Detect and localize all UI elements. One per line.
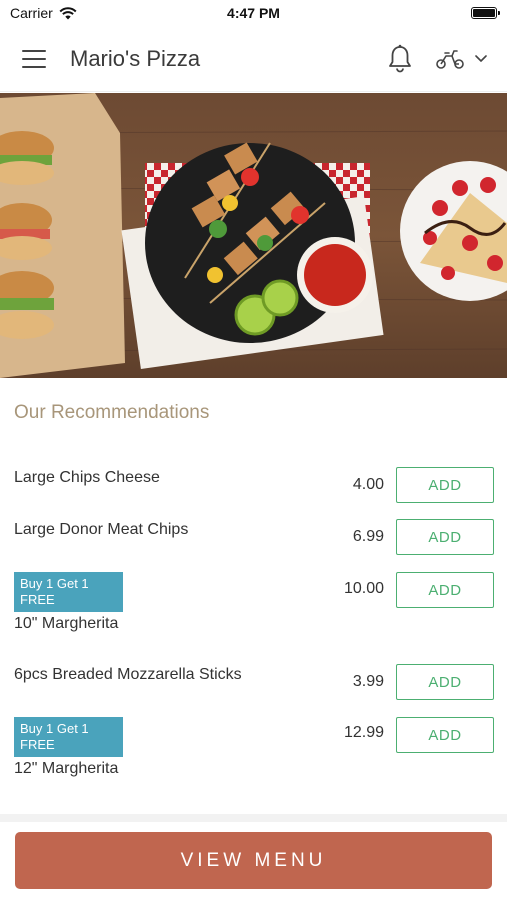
delivery-selector[interactable] xyxy=(435,48,487,70)
add-button[interactable]: ADD xyxy=(396,664,494,700)
bell-icon[interactable] xyxy=(387,44,413,74)
promo-badge-line1: Buy 1 Get 1 xyxy=(20,721,89,736)
hamburger-icon[interactable] xyxy=(20,48,48,70)
promo-badge-line2: FREE xyxy=(20,737,55,752)
item-price: 6.99 xyxy=(352,528,384,545)
list-item: Buy 1 Get 1 FREE 12" Margherita 12.99 AD… xyxy=(0,706,507,798)
list-item: Large Chips Cheese 4.00 ADD xyxy=(0,458,507,510)
page-title: Mario's Pizza xyxy=(70,45,201,71)
status-bar: Carrier 4:47 PM xyxy=(0,0,507,26)
hero-image xyxy=(0,93,507,378)
item-name: 12" Margherita xyxy=(14,760,119,777)
add-button[interactable]: ADD xyxy=(396,467,494,503)
app-header: Mario's Pizza xyxy=(0,26,507,92)
add-button[interactable]: ADD xyxy=(396,717,494,753)
item-price: 12.99 xyxy=(343,724,384,741)
status-left: Carrier xyxy=(10,5,77,21)
list-item: Buy 1 Get 1 FREE 10" Margherita 10.00 AD… xyxy=(0,562,507,654)
item-name: 10" Margherita xyxy=(14,615,119,632)
item-price: 4.00 xyxy=(352,476,384,493)
view-menu-button[interactable]: VIEW MENU xyxy=(15,832,492,889)
item-name: Large Donor Meat Chips xyxy=(14,521,189,538)
promo-badge-line1: Buy 1 Get 1 xyxy=(20,576,89,591)
footer-divider xyxy=(0,814,507,822)
item-name: Large Chips Cheese xyxy=(14,469,160,486)
section-title: Our Recommendations xyxy=(14,402,210,423)
battery-icon xyxy=(471,7,500,19)
item-name: 6pcs Breaded Mozzarella Sticks xyxy=(14,666,242,683)
promo-badge-line2: FREE xyxy=(20,592,55,607)
header-actions xyxy=(387,44,487,74)
chevron-down-icon xyxy=(475,54,487,62)
item-price: 3.99 xyxy=(352,673,384,690)
add-button[interactable]: ADD xyxy=(396,572,494,608)
wifi-icon xyxy=(59,6,77,19)
item-price: 10.00 xyxy=(343,580,384,597)
list-item: Large Donor Meat Chips 6.99 ADD xyxy=(0,510,507,562)
carrier-label: Carrier xyxy=(10,5,53,21)
promo-badge: Buy 1 Get 1 FREE xyxy=(14,717,123,757)
promo-badge: Buy 1 Get 1 FREE xyxy=(14,572,123,612)
scooter-icon xyxy=(436,49,464,69)
list-item: 6pcs Breaded Mozzarella Sticks 3.99 ADD xyxy=(0,654,507,706)
add-button[interactable]: ADD xyxy=(396,519,494,555)
